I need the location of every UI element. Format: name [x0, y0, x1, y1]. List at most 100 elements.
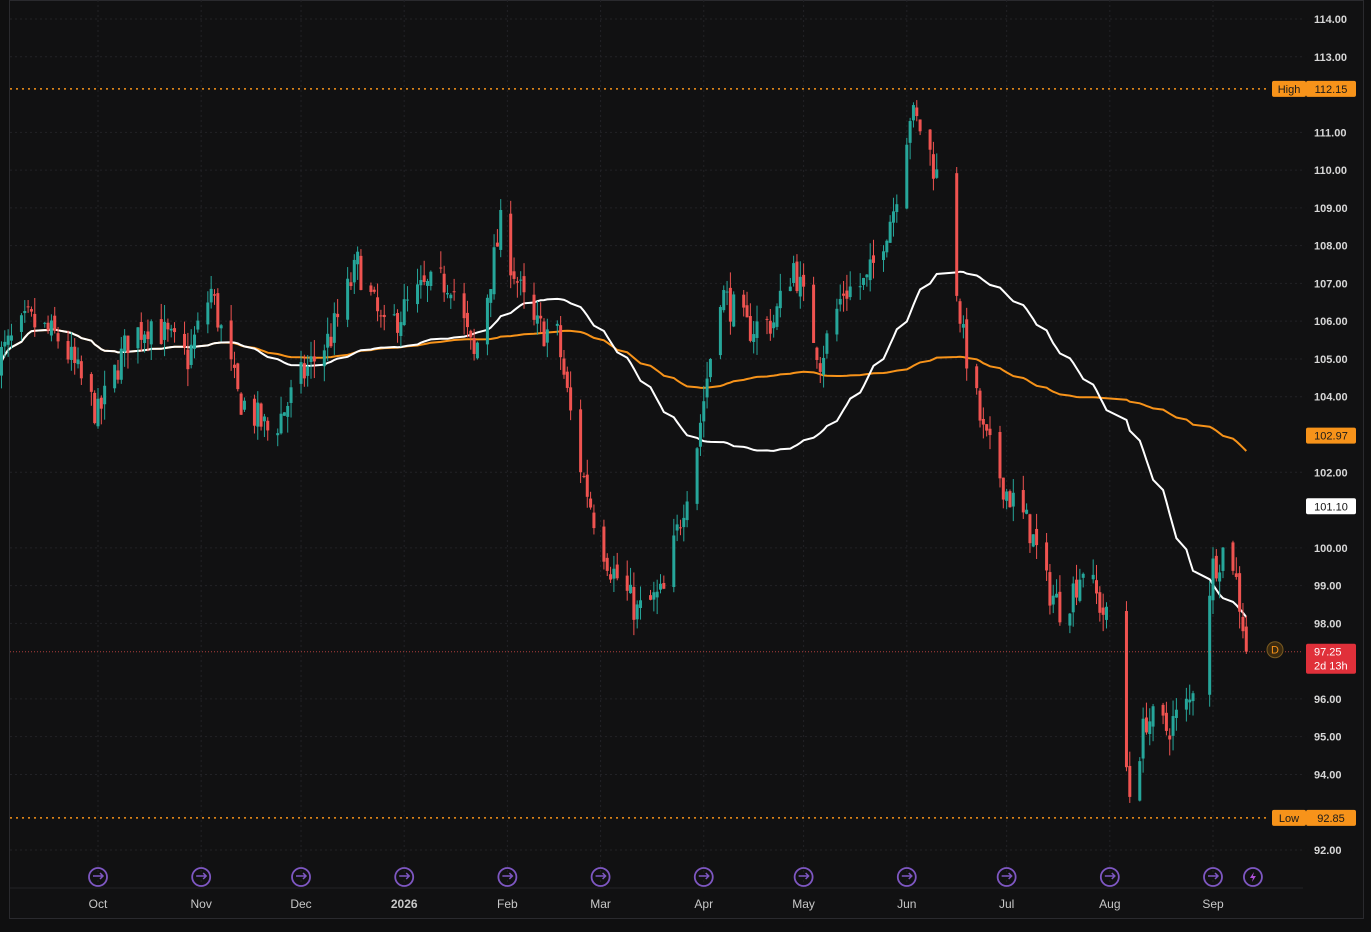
candle-body — [1244, 626, 1248, 652]
candle-body — [399, 322, 403, 336]
candle-body — [329, 336, 333, 347]
reference-lines: High Low D — [10, 80, 1306, 826]
candle-body — [775, 306, 779, 327]
candle-body — [262, 416, 266, 422]
time-axis[interactable]: Oct Nov Dec 2026 Feb Mar Apr May Jun Jul Aug Sep — [89, 897, 1224, 911]
candle-body — [1144, 717, 1148, 733]
candle-body — [416, 284, 420, 305]
candle-body — [848, 286, 852, 298]
candle-body — [1164, 712, 1168, 731]
candle-body — [113, 364, 117, 389]
candle-body — [1011, 492, 1015, 507]
candle-body — [612, 568, 616, 579]
candle-body — [722, 290, 726, 311]
candle-body — [632, 586, 636, 620]
price-axis[interactable]: 114.00 113.00 111.00 110.00 109.00 108.00 107.… — [1306, 14, 1356, 857]
candle-body — [392, 314, 396, 316]
candle-body — [635, 604, 639, 620]
candle-body — [123, 335, 127, 352]
candle-body — [159, 319, 163, 345]
candle-body — [1068, 613, 1072, 626]
candle-body — [166, 322, 170, 330]
x-tick-label: Apr — [694, 897, 713, 911]
candle-body — [186, 349, 190, 370]
candle-body — [369, 285, 373, 292]
candle-body — [1001, 477, 1005, 500]
candle-body — [629, 584, 633, 594]
candle-body — [725, 291, 729, 293]
candle-body — [6, 335, 10, 345]
candle-body — [336, 313, 340, 318]
candle-body — [1218, 572, 1222, 582]
candle-body — [276, 433, 280, 436]
x-tick-label: Sep — [1202, 897, 1224, 911]
candle-body — [239, 393, 243, 415]
candle-body — [1214, 555, 1218, 579]
candle-body — [705, 378, 709, 398]
candle-body — [605, 557, 609, 571]
x-tick-label: 2026 — [391, 897, 418, 911]
candle-body — [559, 325, 563, 358]
candle-body — [788, 286, 792, 292]
candle-body — [602, 526, 606, 562]
x-tick-label: Dec — [290, 897, 311, 911]
candle-body — [499, 209, 503, 250]
candle-body — [1141, 718, 1145, 759]
x-tick-label: Feb — [497, 897, 518, 911]
candle-body — [1045, 542, 1049, 571]
y-tick-label: 100.00 — [1314, 543, 1348, 555]
candle-body — [372, 289, 376, 292]
y-tick-label: 105.00 — [1314, 354, 1348, 366]
candle-body — [469, 330, 473, 338]
candle-body — [279, 413, 283, 434]
candle-body — [116, 370, 120, 380]
dividend-glyph — [798, 872, 810, 880]
candle-body — [193, 334, 197, 349]
candle-body — [918, 119, 922, 132]
candle-body — [356, 251, 360, 265]
candle-body — [136, 327, 140, 349]
candle-body — [872, 255, 876, 263]
dividend-glyph — [296, 872, 308, 880]
candle-body — [695, 448, 699, 504]
candle-body — [985, 424, 989, 431]
candle-body — [1081, 573, 1085, 578]
candle-body — [1211, 558, 1215, 601]
candle-body — [535, 315, 539, 324]
candle-body — [1184, 698, 1188, 710]
candle-body — [426, 280, 430, 286]
candle-body — [229, 320, 233, 360]
candle-body — [678, 527, 682, 529]
x-tick-label: May — [792, 897, 815, 911]
candle-body — [825, 333, 829, 354]
candle-body — [728, 287, 732, 322]
candle-body — [422, 275, 426, 282]
candle-body — [1005, 491, 1009, 501]
candle-body — [439, 267, 443, 269]
candle-body — [615, 564, 619, 579]
candle-body — [881, 251, 885, 261]
candle-body — [582, 476, 586, 478]
candle-body — [1028, 514, 1032, 544]
candle-body — [212, 294, 216, 296]
candle-body — [3, 341, 7, 347]
candle-body — [818, 363, 822, 372]
candle-body — [515, 281, 519, 283]
price-chart[interactable]: HighLowD 114.00113.00111.00110.00109.001… — [0, 0, 1371, 932]
x-tick-label: Nov — [191, 897, 212, 911]
candle-body — [96, 398, 100, 427]
candle-body — [798, 276, 802, 297]
candle-body — [1231, 542, 1235, 571]
dividend-badge-label: D — [1271, 645, 1279, 657]
candle-body — [815, 347, 819, 360]
candle-body — [592, 512, 596, 529]
candle-body — [1221, 547, 1225, 571]
candle-body — [33, 313, 37, 328]
x-tick-label: Jul — [999, 897, 1014, 911]
candle-body — [1241, 616, 1245, 632]
candle-body — [685, 501, 689, 521]
candle-body — [236, 363, 240, 390]
candle-body — [1071, 583, 1075, 613]
candle-body — [732, 294, 736, 327]
candle-body — [1168, 735, 1172, 740]
